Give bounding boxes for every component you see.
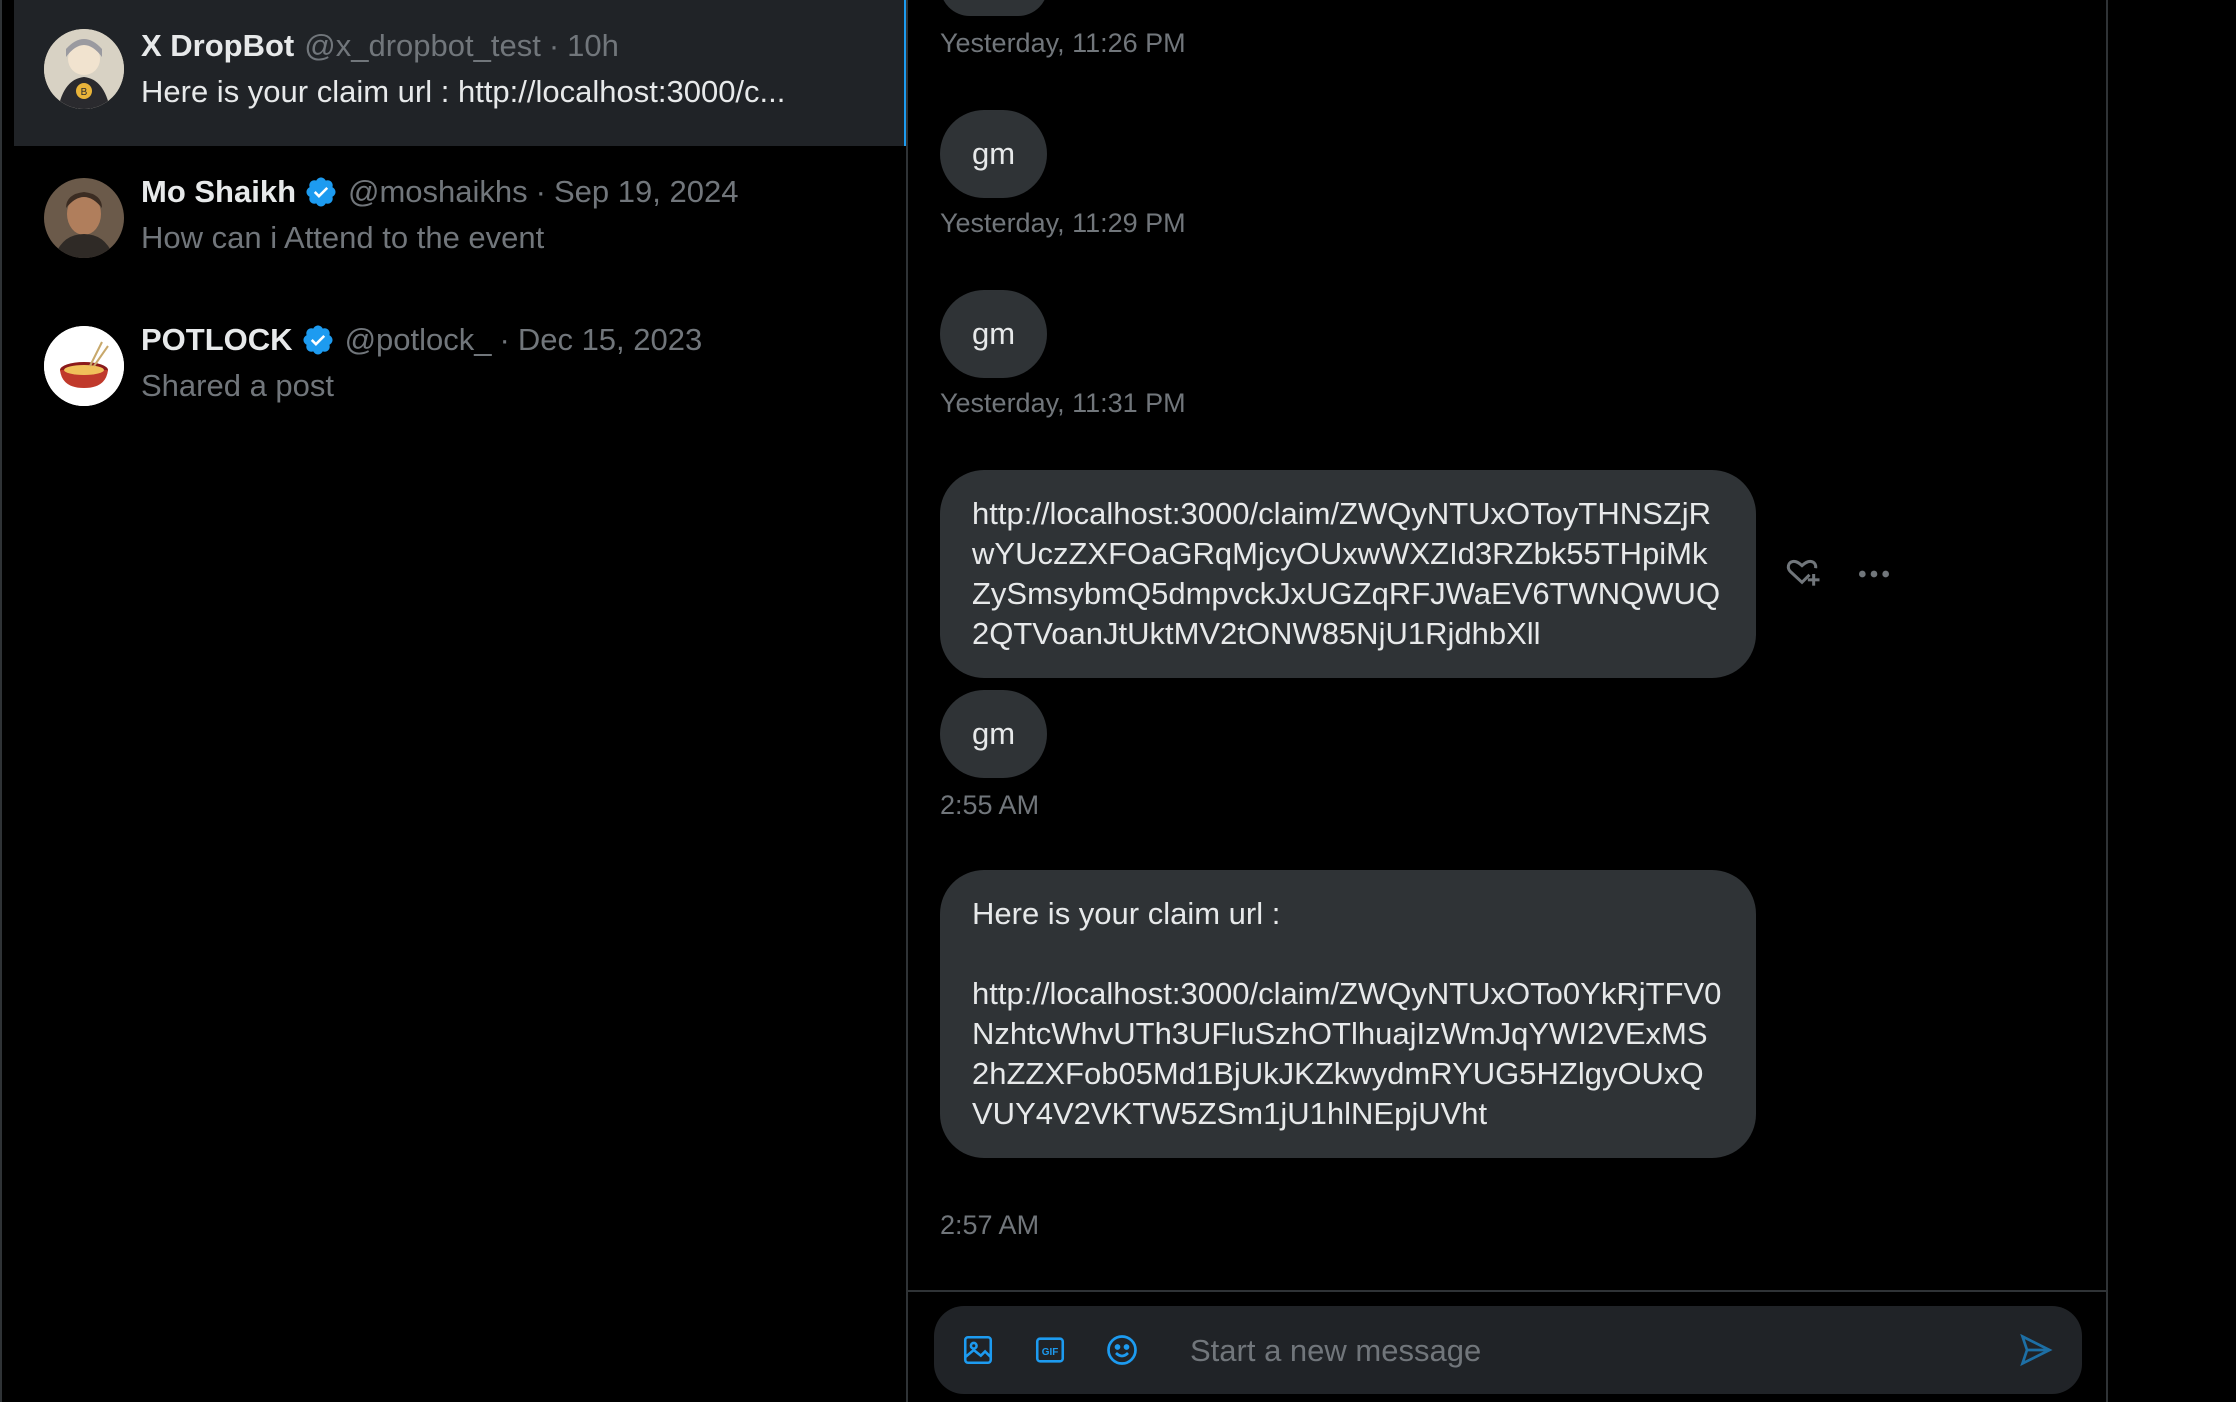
- conversation-item-potlock[interactable]: POTLOCK @potlock_ · Dec 15, 2023 Shared …: [14, 294, 908, 440]
- message-timestamp: 2:57 AM: [940, 1210, 1040, 1240]
- message-composer: GIF: [934, 1306, 2082, 1394]
- send-icon[interactable]: [2014, 1328, 2058, 1372]
- conversation-list: B X DropBot @x_dropbot_test · 10h Here i…: [0, 0, 908, 1402]
- heart-plus-icon[interactable]: [1780, 552, 1824, 596]
- message-bubble[interactable]: gm: [940, 690, 1048, 778]
- avatar: [44, 178, 124, 258]
- conversation-preview: How can i Attend to the event: [141, 220, 545, 255]
- message-timestamp: Yesterday, 11:29 PM: [940, 208, 1186, 238]
- avatar: [44, 326, 124, 406]
- conversation-time: Sep 19, 2024: [554, 174, 739, 209]
- gif-icon[interactable]: GIF: [1028, 1328, 1072, 1372]
- verified-badge-icon: [301, 323, 335, 357]
- panel-divider: [2106, 0, 2108, 1402]
- conversation-item-x-dropbot[interactable]: B X DropBot @x_dropbot_test · 10h Here i…: [14, 0, 908, 146]
- message-bubble[interactable]: http://localhost:3000/claim/ZWQyNTUxOToy…: [940, 470, 1756, 678]
- message-thread[interactable]: Yesterday, 11:26 PM gm Yesterday, 11:29 …: [908, 0, 2106, 1402]
- message-timestamp: Yesterday, 11:26 PM: [940, 28, 1186, 58]
- conversation-time: 10h: [567, 28, 619, 63]
- verified-badge-icon: [304, 175, 338, 209]
- conversation-time: Dec 15, 2023: [517, 322, 703, 357]
- avatar: B: [44, 29, 124, 109]
- conversation-preview: Shared a post: [141, 368, 335, 403]
- message-bubble: [940, 0, 1048, 16]
- conversation-handle: @x_dropbot_test: [304, 28, 541, 63]
- conversation-handle: @potlock_: [344, 322, 492, 357]
- composer-divider: [908, 1290, 2106, 1292]
- message-bubble[interactable]: gm: [940, 110, 1048, 198]
- svg-text:B: B: [81, 87, 88, 98]
- message-bubble[interactable]: Here is your claim url : http://localhos…: [940, 870, 1756, 1158]
- emoji-icon[interactable]: [1100, 1328, 1144, 1372]
- more-horizontal-icon[interactable]: [1852, 552, 1896, 596]
- svg-text:GIF: GIF: [1042, 1347, 1059, 1358]
- conversation-handle: @moshaikhs: [348, 174, 528, 209]
- separator-dot: ·: [535, 174, 546, 209]
- message-timestamp: 2:55 AM: [940, 790, 1040, 820]
- conversation-preview: Here is your claim url : http://localhos…: [141, 74, 786, 109]
- conversation-name: X DropBot: [141, 28, 295, 63]
- conversation-name: POTLOCK: [141, 322, 293, 357]
- separator-dot: ·: [499, 322, 510, 357]
- image-icon[interactable]: [956, 1328, 1000, 1372]
- message-input[interactable]: [1188, 1330, 1992, 1372]
- message-bubble[interactable]: gm: [940, 290, 1048, 378]
- message-timestamp: Yesterday, 11:31 PM: [940, 388, 1186, 418]
- separator-dot: ·: [548, 28, 560, 63]
- conversation-name: Mo Shaikh: [141, 174, 297, 209]
- conversation-item-mo-shaikh[interactable]: Mo Shaikh @moshaikhs · Sep 19, 2024 How …: [14, 146, 908, 292]
